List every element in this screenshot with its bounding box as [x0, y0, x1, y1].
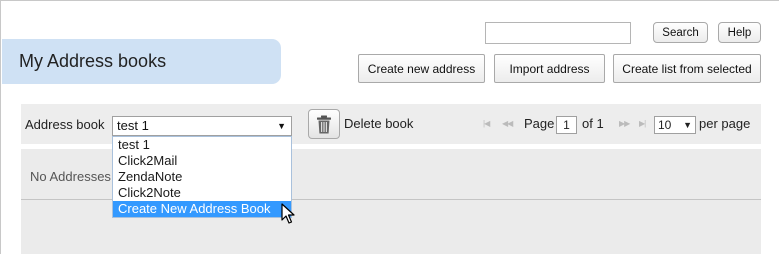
search-button[interactable]: Search: [653, 22, 708, 43]
prev-page-icon[interactable]: ◀◀: [502, 119, 513, 128]
help-button[interactable]: Help: [718, 22, 761, 43]
window-left-border: [0, 0, 1, 254]
import-address-button[interactable]: Import address: [494, 54, 605, 83]
create-new-address-button[interactable]: Create new address: [358, 54, 485, 83]
dropdown-option[interactable]: Click2Mail: [113, 153, 291, 169]
address-book-select-value: test 1: [117, 118, 149, 133]
delete-book-label[interactable]: Delete book: [344, 116, 413, 131]
delete-book-button[interactable]: [308, 109, 340, 139]
per-page-label: per page: [699, 116, 751, 131]
next-page-icon[interactable]: ▶▶: [619, 119, 630, 128]
address-book-select[interactable]: test 1 ▼: [112, 116, 292, 136]
create-list-from-selected-button[interactable]: Create list from selected: [613, 54, 761, 83]
dropdown-option[interactable]: test 1: [113, 137, 291, 153]
dropdown-option[interactable]: Click2Note: [113, 185, 291, 201]
per-page-value: 10: [658, 118, 672, 132]
page-number-input[interactable]: 1: [556, 116, 577, 134]
dropdown-option[interactable]: ZendaNote: [113, 169, 291, 185]
last-page-icon[interactable]: ▶|: [639, 119, 646, 128]
page-title-tab: My Address books: [2, 39, 281, 84]
per-page-select[interactable]: 10 ▼: [654, 116, 696, 134]
per-page-arrow-icon: ▼: [683, 120, 692, 130]
dropdown-arrow-icon: ▼: [277, 121, 286, 131]
address-book-label: Address book: [25, 117, 105, 132]
mouse-pointer-icon: [281, 203, 295, 224]
dropdown-option-create-new-address-book[interactable]: Create New Address Book: [113, 201, 291, 217]
address-book-dropdown-list: test 1 Click2Mail ZendaNote Click2Note C…: [112, 136, 292, 218]
empty-message: No Addresses: [30, 169, 111, 184]
search-input[interactable]: [485, 22, 631, 44]
trash-icon: [317, 115, 331, 133]
page-count-label: of 1: [582, 116, 604, 131]
first-page-icon[interactable]: |◀: [483, 119, 490, 128]
page-title: My Address books: [19, 51, 167, 71]
page-label: Page: [524, 116, 555, 131]
window-top-border: [0, 0, 779, 1]
